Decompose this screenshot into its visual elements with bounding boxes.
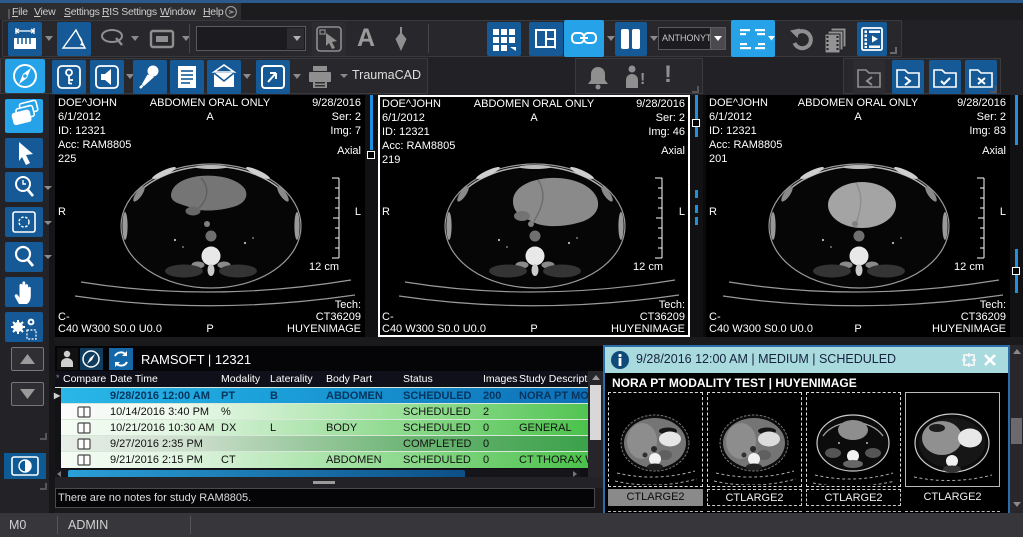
svg-text:!: !: [640, 71, 645, 88]
